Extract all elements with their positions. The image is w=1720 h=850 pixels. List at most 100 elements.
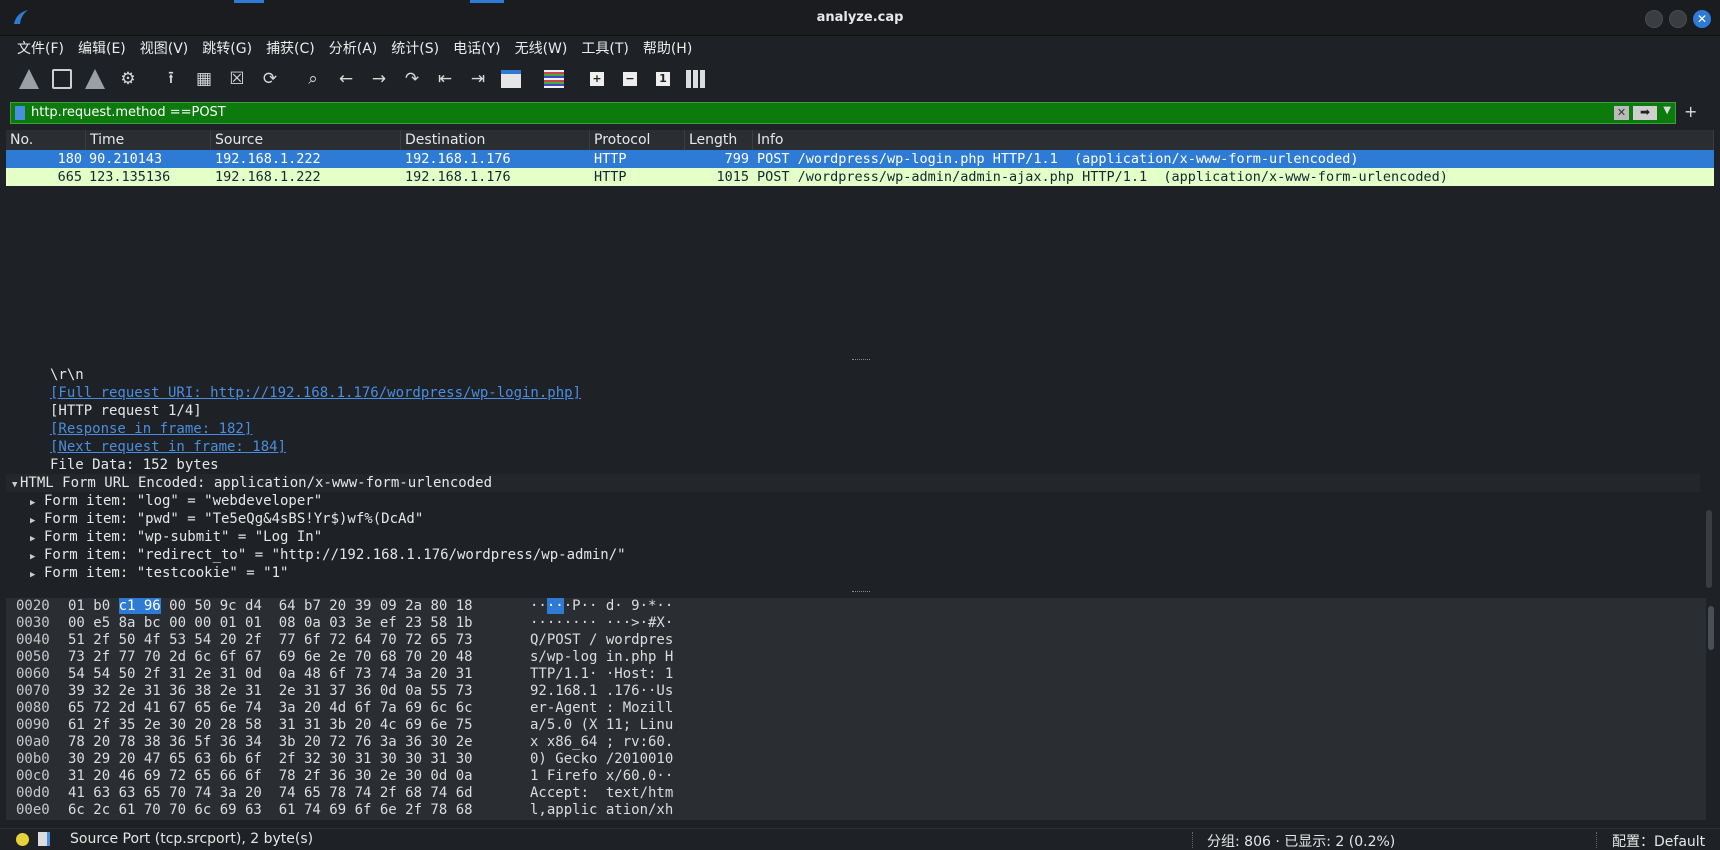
expert-info-icon[interactable] [16, 833, 29, 846]
hex-row[interactable]: 0080 65 72 2d 41 67 65 6e 74 3a 20 4d 6f … [6, 700, 1706, 717]
next-request-link[interactable]: [Next request in frame: 184] [6, 439, 286, 455]
menu-capture[interactable]: 捕获(C) [259, 36, 322, 62]
autoscroll-button[interactable] [496, 65, 526, 93]
hex-row[interactable]: 0040 51 2f 50 4f 53 54 20 2f 77 6f 72 64 … [6, 632, 1706, 649]
hex-row[interactable]: 0090 61 2f 35 2e 30 20 28 58 31 31 3b 20 … [6, 717, 1706, 734]
stop-capture-button[interactable] [47, 65, 77, 93]
hex-row[interactable]: 00a0 78 20 78 38 36 5f 36 34 3b 20 72 76 … [6, 734, 1706, 751]
menu-analyze[interactable]: 分析(A) [322, 36, 385, 62]
bookmark-icon[interactable] [15, 106, 25, 120]
minimize-button[interactable] [1645, 10, 1663, 28]
maximize-button[interactable] [1669, 10, 1687, 28]
apply-filter-button[interactable]: ➡ [1633, 106, 1657, 120]
menu-edit[interactable]: 编辑(E) [71, 36, 133, 62]
profile-status[interactable]: 配置：Default [1612, 831, 1705, 850]
ascii-bytes[interactable]: TTP/1.1· ·Host: 1 [528, 666, 673, 683]
hex-row[interactable]: 00e0 6c 2c 61 70 70 6c 69 63 61 74 69 6f … [6, 802, 1706, 819]
hex-row[interactable]: 0070 39 32 2e 31 36 38 2e 31 2e 31 37 36 … [6, 683, 1706, 700]
go-forward-button[interactable]: → [364, 65, 394, 93]
detail-line[interactable]: ▼ HTML Form URL Encoded: application/x-ww… [6, 474, 1700, 492]
hex-bytes[interactable]: 65 72 2d 41 67 65 6e 74 3a 20 4d 6f 7a 6… [62, 700, 528, 717]
go-to-packet-button[interactable]: ↷ [397, 65, 427, 93]
ascii-bytes[interactable]: s/wp-log in.php H [528, 649, 673, 666]
hex-bytes[interactable]: 41 63 63 65 70 74 3a 20 74 65 78 74 2f 6… [62, 785, 528, 802]
reload-file-button[interactable]: ⟳ [255, 65, 285, 93]
zoom-out-button[interactable]: − [615, 65, 645, 93]
column-source[interactable]: Source [211, 130, 401, 150]
normal-size-button[interactable]: 1 [648, 65, 678, 93]
add-filter-button[interactable]: + [1684, 102, 1697, 121]
ascii-bytes[interactable]: er-Agent : Mozill [528, 700, 673, 717]
display-filter-input[interactable]: http.request.method ==POST [31, 105, 226, 120]
menu-go[interactable]: 跳转(G) [195, 36, 259, 62]
pane-splitter[interactable] [0, 356, 1720, 364]
menu-view[interactable]: 视图(V) [133, 36, 196, 62]
last-packet-button[interactable]: ⇥ [463, 65, 493, 93]
detail-line[interactable]: ▶ Form item: "pwd" = "Te5eQg&4sBS!Yr$)wf%… [6, 510, 1700, 528]
detail-line[interactable]: File Data: 152 bytes [6, 456, 1700, 474]
menu-file[interactable]: 文件(F) [10, 36, 71, 62]
detail-line[interactable]: [Full request URI: http://192.168.1.176/… [6, 384, 1700, 402]
menu-wireless[interactable]: 无线(W) [508, 36, 575, 62]
hex-bytes[interactable]: 73 2f 77 70 2d 6c 6f 67 69 6e 2e 70 68 7… [62, 649, 528, 666]
bytes-scrollbar[interactable] [1708, 606, 1714, 650]
detail-line[interactable]: ▶ Form item: "log" = "webdeveloper" [6, 492, 1700, 510]
start-capture-button[interactable] [14, 65, 44, 93]
ascii-bytes[interactable]: l,applic ation/xh [528, 802, 673, 819]
save-file-button[interactable]: ▦ [189, 65, 219, 93]
ascii-bytes[interactable]: 1 Firefo x/60.0·· [528, 768, 673, 785]
hex-row[interactable]: 0060 54 54 50 2f 31 2e 31 0d 0a 48 6f 73 … [6, 666, 1706, 683]
details-scrollbar[interactable] [1706, 510, 1712, 588]
ascii-bytes[interactable]: ·····P·· d· 9·*·· [528, 598, 673, 615]
ascii-bytes[interactable]: a/5.0 (X 11; Linu [528, 717, 673, 734]
detail-line[interactable]: ▶ Form item: "redirect_to" = "http://192.… [6, 546, 1700, 564]
ascii-bytes[interactable]: 0) Gecko /2010010 [528, 751, 673, 768]
go-back-button[interactable]: ← [331, 65, 361, 93]
hex-bytes[interactable]: 00 e5 8a bc 00 00 01 01 08 0a 03 3e ef 2… [62, 615, 528, 632]
detail-line[interactable]: \r\n [6, 366, 1700, 384]
hex-bytes[interactable]: 6c 2c 61 70 70 6c 69 63 61 74 69 6f 6e 2… [62, 802, 528, 819]
hex-row[interactable]: 0020 01 b0 c1 96 00 50 9c d4 64 b7 20 39 … [6, 598, 1706, 615]
menu-telephony[interactable]: 电话(Y) [446, 36, 507, 62]
capture-comment-icon[interactable] [38, 832, 50, 846]
capture-options-button[interactable]: ⚙ [113, 65, 143, 93]
restart-capture-button[interactable] [80, 65, 110, 93]
zoom-in-button[interactable]: + [582, 65, 612, 93]
full-uri-link[interactable]: [Full request URI: http://192.168.1.176/… [6, 385, 581, 401]
hex-bytes[interactable]: 61 2f 35 2e 30 20 28 58 31 31 3b 20 4c 6… [62, 717, 528, 734]
column-protocol[interactable]: Protocol [590, 130, 685, 150]
hex-row[interactable]: 0050 73 2f 77 70 2d 6c 6f 67 69 6e 2e 70 … [6, 649, 1706, 666]
hex-bytes[interactable]: 78 20 78 38 36 5f 36 34 3b 20 72 76 3a 3… [62, 734, 528, 751]
packet-row[interactable]: 665 123.135136 192.168.1.222 192.168.1.1… [6, 168, 1714, 186]
ascii-bytes[interactable]: Accept: text/htm [528, 785, 673, 802]
detail-line[interactable]: ▶ Form item: "testcookie" = "1" [6, 564, 1700, 582]
close-file-button[interactable]: ☒ [222, 65, 252, 93]
hex-row[interactable]: 00c0 31 20 46 69 72 65 66 6f 78 2f 36 30 … [6, 768, 1706, 785]
find-packet-button[interactable]: ⌕ [298, 65, 328, 93]
detail-line[interactable]: [Response in frame: 182] [6, 420, 1700, 438]
packet-row[interactable]: 180 90.210143 192.168.1.222 192.168.1.17… [6, 150, 1714, 168]
menu-tools[interactable]: 工具(T) [574, 36, 635, 62]
ascii-bytes[interactable]: x x86_64 ; rv:60. [528, 734, 673, 751]
ascii-bytes[interactable]: ········ ···>·#X· [528, 615, 673, 632]
hex-row[interactable]: 00b0 30 29 20 47 65 63 6b 6f 2f 32 30 31 … [6, 751, 1706, 768]
detail-line[interactable]: [Next request in frame: 184] [6, 438, 1700, 456]
menu-help[interactable]: 帮助(H) [636, 36, 699, 62]
resize-columns-button[interactable] [681, 65, 711, 93]
colorize-button[interactable] [539, 65, 569, 93]
response-frame-link[interactable]: [Response in frame: 182] [6, 421, 252, 437]
column-no[interactable]: No. [6, 130, 86, 150]
hex-row[interactable]: 0030 00 e5 8a bc 00 00 01 01 08 0a 03 3e … [6, 615, 1706, 632]
chevron-down-icon[interactable]: ▼ [1663, 105, 1671, 116]
open-file-button[interactable]: ⭱ [156, 65, 186, 93]
detail-line[interactable]: [HTTP request 1/4] [6, 402, 1700, 420]
ascii-bytes[interactable]: Q/POST / wordpres [528, 632, 673, 649]
hex-bytes[interactable]: 01 b0 c1 96 00 50 9c d4 64 b7 20 39 09 2… [62, 598, 528, 615]
hex-bytes[interactable]: 30 29 20 47 65 63 6b 6f 2f 32 30 31 30 3… [62, 751, 528, 768]
column-destination[interactable]: Destination [401, 130, 590, 150]
pane-splitter[interactable] [0, 588, 1720, 596]
detail-line[interactable]: ▶ Form item: "wp-submit" = "Log In" [6, 528, 1700, 546]
hex-bytes[interactable]: 51 2f 50 4f 53 54 20 2f 77 6f 72 64 70 7… [62, 632, 528, 649]
hex-bytes[interactable]: 31 20 46 69 72 65 66 6f 78 2f 36 30 2e 3… [62, 768, 528, 785]
close-button[interactable]: ✕ [1693, 10, 1711, 28]
